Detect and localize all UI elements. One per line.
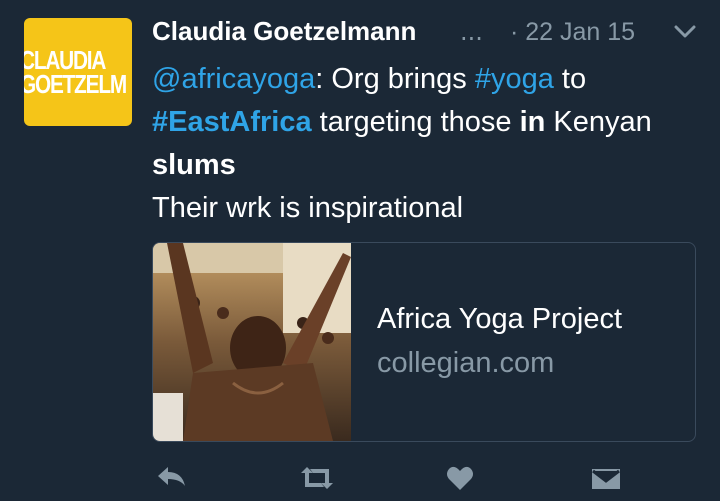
envelope-icon[interactable] [586,458,626,498]
mention-link[interactable]: @africayoga [152,63,315,95]
reply-icon[interactable] [152,458,192,498]
card-image [153,243,351,441]
hashtag-eastafrica-link[interactable]: #EastAfrica [152,106,312,138]
tweet-line-1: @africayoga: Org brings #yoga to [152,58,712,101]
tweet-header: Claudia Goetzelmann ... · 22 Jan 15 [152,14,712,54]
hashtag-yoga-link[interactable]: #yoga [475,63,554,95]
tweet-line-4: Their wrk is inspirational [152,192,464,224]
tweet-text-span: Kenyan [545,106,652,138]
tweet-actions [152,458,712,498]
author-name[interactable]: Claudia Goetzelmann [152,16,416,47]
tweet-bold-span: slums [152,149,236,181]
avatar[interactable]: CLAUDIA GOETZELM [24,18,132,126]
tweet-line-2: #EastAfrica targeting those in Kenyan [152,101,712,144]
tweet-text-span: targeting those [311,106,520,138]
tweet-text-span: : Org brings [315,63,475,95]
avatar-text-line2: GOETZELM [24,69,127,99]
tweet-bold-span: in [519,106,546,138]
link-card[interactable]: Africa Yoga Project collegian.com [152,242,696,442]
card-domain: collegian.com [377,347,555,379]
tweet-date[interactable]: · 22 Jan 15 [510,18,635,47]
heart-icon[interactable] [440,458,480,498]
tweet-text-span: to [553,63,587,95]
tweet-line-3: slums [152,144,712,187]
name-ellipsis: ... [460,18,483,46]
tweet-text: @africayoga: Org brings #yoga to #EastAf… [152,58,712,230]
retweet-icon[interactable] [297,458,337,498]
card-title[interactable]: Africa Yoga Project [377,303,622,336]
chevron-down-icon[interactable] [674,24,696,43]
